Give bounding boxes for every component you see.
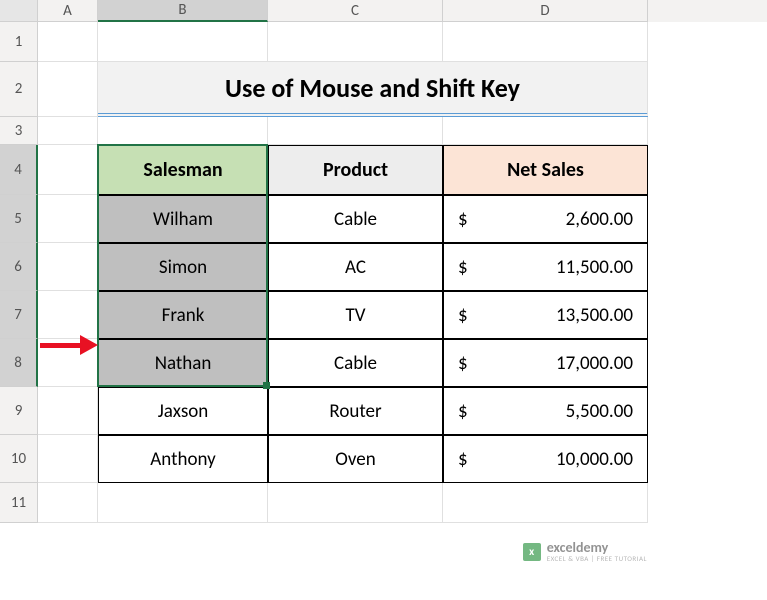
cell-a1[interactable] [38,22,98,62]
cell-sales-4[interactable]: $17,000.00 [443,339,648,387]
cell-salesman-1[interactable]: Wilham [98,195,268,243]
cell-a5[interactable] [38,195,98,243]
row-header-5[interactable]: 5 [0,195,38,243]
cell-c11[interactable] [268,483,443,523]
row-header-1[interactable]: 1 [0,22,38,62]
spreadsheet: A B C D 1 2 3 4 5 6 7 8 9 10 11 [0,0,767,600]
cell-a6[interactable] [38,243,98,291]
cell-salesman-5[interactable]: Jaxson [98,387,268,435]
sales-value: 10,000.00 [556,448,633,471]
row-header-7[interactable]: 7 [0,291,38,339]
row-header-11[interactable]: 11 [0,483,38,523]
cell-sales-5[interactable]: $5,500.00 [443,387,648,435]
watermark: x exceldemy EXCEL & VBA | FREE TUTORIAL [523,541,647,562]
cell-b11[interactable] [98,483,268,523]
cell-product-3[interactable]: TV [268,291,443,339]
cell-b1[interactable] [98,22,268,62]
watermark-title: exceldemy [547,541,647,555]
arrow-line [40,343,80,348]
cell-d11[interactable] [443,483,648,523]
row-header-10[interactable]: 10 [0,435,38,483]
watermark-subtitle: EXCEL & VBA | FREE TUTORIAL [547,555,647,562]
sales-value: 13,500.00 [556,304,633,327]
cell-salesman-6[interactable]: Anthony [98,435,268,483]
cell-salesman-4[interactable]: Nathan [98,339,268,387]
cell-a3[interactable] [38,117,98,145]
cell-product-6[interactable]: Oven [268,435,443,483]
cell-a11[interactable] [38,483,98,523]
cell-a2[interactable] [38,62,98,117]
row-header-3[interactable]: 3 [0,117,38,145]
cell-sales-3[interactable]: $13,500.00 [443,291,648,339]
cell-a4[interactable] [38,145,98,195]
currency-symbol: $ [458,352,468,375]
sales-value: 5,500.00 [566,400,633,423]
cell-product-5[interactable]: Router [268,387,443,435]
title-cell[interactable]: Use of Mouse and Shift Key [98,62,648,117]
row-header-4[interactable]: 4 [0,145,38,195]
sales-value: 17,000.00 [556,352,633,375]
cell-sales-6[interactable]: $10,000.00 [443,435,648,483]
watermark-icon: x [523,543,541,561]
currency-symbol: $ [458,448,468,471]
header-salesman[interactable]: Salesman [98,145,268,195]
cell-a9[interactable] [38,387,98,435]
row-header-9[interactable]: 9 [0,387,38,435]
sales-value: 11,500.00 [556,256,633,279]
column-header-b[interactable]: B [98,0,268,22]
currency-symbol: $ [458,304,468,327]
cell-sales-2[interactable]: $11,500.00 [443,243,648,291]
row-header-6[interactable]: 6 [0,243,38,291]
arrow-head-icon [80,335,98,355]
row-headers: 1 2 3 4 5 6 7 8 9 10 11 [0,22,38,523]
cell-a7[interactable] [38,291,98,339]
cell-product-4[interactable]: Cable [268,339,443,387]
cell-product-1[interactable]: Cable [268,195,443,243]
cell-salesman-3[interactable]: Frank [98,291,268,339]
cell-sales-1[interactable]: $2,600.00 [443,195,648,243]
select-all-corner[interactable] [0,0,38,22]
row-header-8[interactable]: 8 [0,339,38,387]
currency-symbol: $ [458,400,468,423]
sales-value: 2,600.00 [566,208,633,231]
column-headers-row: A B C D [0,0,767,22]
arrow-annotation [40,335,98,355]
column-header-d[interactable]: D [443,0,648,22]
cells-grid: Use of Mouse and Shift Key Salesman Prod… [38,22,767,523]
row-header-2[interactable]: 2 [0,62,38,117]
column-header-c[interactable]: C [268,0,443,22]
cell-c1[interactable] [268,22,443,62]
cell-d3[interactable] [443,117,648,145]
header-netsales[interactable]: Net Sales [443,145,648,195]
cell-a10[interactable] [38,435,98,483]
cell-b3[interactable] [98,117,268,145]
currency-symbol: $ [458,256,468,279]
cell-salesman-2[interactable]: Simon [98,243,268,291]
cell-product-2[interactable]: AC [268,243,443,291]
cell-c3[interactable] [268,117,443,145]
header-product[interactable]: Product [268,145,443,195]
currency-symbol: $ [458,208,468,231]
cell-d1[interactable] [443,22,648,62]
column-header-a[interactable]: A [38,0,98,22]
